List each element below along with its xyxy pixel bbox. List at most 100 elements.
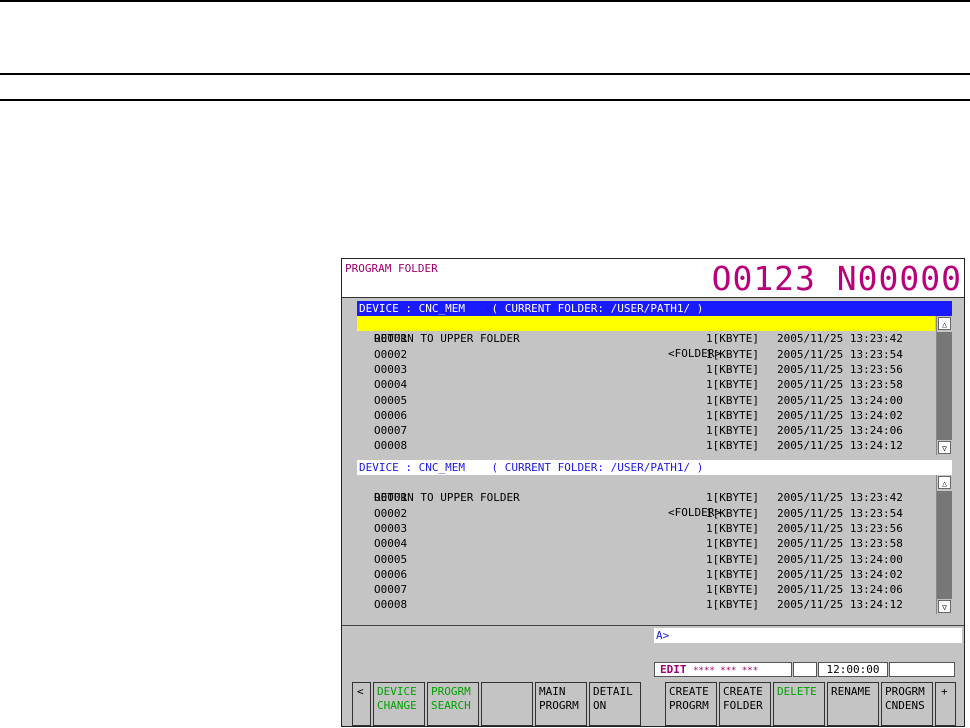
- file-date: 2005/11/25 13:24:02: [777, 567, 903, 581]
- file-date: 2005/11/25 13:24:02: [777, 408, 903, 422]
- file-name: O0001: [374, 332, 408, 346]
- file-row[interactable]: O0004 1[KBYTE] 2005/11/25 13:23:58: [357, 377, 935, 392]
- file-row[interactable]: O0005 1[KBYTE] 2005/11/25 13:24:00: [357, 393, 935, 408]
- upper-device-line: DEVICE : CNC_MEM ( CURRENT FOLDER: /USER…: [357, 301, 952, 316]
- file-name: O0007: [374, 583, 408, 597]
- file-row[interactable]: O0001 1[KBYTE] 2005/11/25 13:23:42: [357, 331, 935, 346]
- file-name: O0005: [374, 393, 408, 407]
- scroll-thumb[interactable]: [937, 332, 952, 440]
- scroll-down-icon[interactable]: ▽: [938, 600, 951, 613]
- create-progrm-button[interactable]: CREATE PROGRM: [665, 682, 717, 726]
- file-size: 1[KBYTE]: [706, 537, 759, 551]
- file-size: 1[KBYTE]: [706, 552, 759, 566]
- file-name: O0006: [374, 408, 408, 422]
- upper-scrollbar[interactable]: △ ▽: [936, 316, 952, 455]
- file-size: 1[KBYTE]: [706, 332, 759, 346]
- file-size: 1[KBYTE]: [706, 408, 759, 422]
- file-name: O0007: [374, 424, 408, 438]
- file-size: 1[KBYTE]: [706, 362, 759, 376]
- middle-rule: [0, 73, 970, 75]
- file-name: O0008: [374, 439, 408, 453]
- rename-button[interactable]: RENAME: [827, 682, 879, 726]
- file-row[interactable]: O0004 1[KBYTE] 2005/11/25 13:23:58: [357, 536, 935, 551]
- softkey-left-arrow[interactable]: <: [352, 682, 371, 726]
- program-number: O0123 N00000: [711, 259, 962, 298]
- file-date: 2005/11/25 13:23:58: [777, 378, 903, 392]
- file-date: 2005/11/25 13:24:06: [777, 583, 903, 597]
- create-folder-button[interactable]: CREATE FOLDER: [719, 682, 771, 726]
- detail-on-button[interactable]: DETAIL ON: [589, 682, 641, 726]
- status-blank-right: [889, 662, 955, 677]
- file-date: 2005/11/25 13:23:56: [777, 362, 903, 376]
- file-size: 1[KBYTE]: [706, 567, 759, 581]
- file-date: 2005/11/25 13:23:42: [777, 332, 903, 346]
- file-name: O0008: [374, 598, 408, 612]
- file-row[interactable]: O0001 1[KBYTE] 2005/11/25 13:23:42: [357, 490, 935, 505]
- progrm-cndens-button[interactable]: PROGRM CNDENS: [881, 682, 933, 726]
- file-row[interactable]: O0006 1[KBYTE] 2005/11/25 13:24:02: [357, 567, 935, 582]
- file-size: 1[KBYTE]: [706, 506, 759, 520]
- return-upper-folder-row[interactable]: RETURN TO UPPER FOLDER <FOLDER>: [357, 316, 935, 360]
- status-stars: **** *** ***: [693, 666, 759, 676]
- file-row[interactable]: O0003 1[KBYTE] 2005/11/25 13:23:56: [357, 521, 935, 536]
- file-size: 1[KBYTE]: [706, 521, 759, 535]
- scroll-up-icon[interactable]: △: [938, 317, 951, 330]
- main-progrm-button[interactable]: MAIN PROGRM: [535, 682, 587, 726]
- key-input-field[interactable]: A>: [654, 628, 962, 643]
- scroll-down-icon[interactable]: ▽: [938, 441, 951, 454]
- file-row[interactable]: O0008 1[KBYTE] 2005/11/25 13:24:12: [357, 597, 935, 612]
- file-row[interactable]: O0006 1[KBYTE] 2005/11/25 13:24:02: [357, 408, 935, 423]
- mode-status: EDIT **** *** ***: [654, 662, 792, 677]
- file-date: 2005/11/25 13:24:06: [777, 424, 903, 438]
- file-row[interactable]: O0008 1[KBYTE] 2005/11/25 13:24:12: [357, 438, 935, 453]
- soft-key-bar: < DEVICE CHANGE PROGRM SEARCH MAIN PROGRM D…: [342, 682, 964, 728]
- lower-device-line: DEVICE : CNC_MEM ( CURRENT FOLDER: /USER…: [357, 460, 952, 475]
- file-name: O0003: [374, 521, 408, 535]
- scroll-thumb[interactable]: [937, 491, 952, 599]
- file-date: 2005/11/25 13:23:54: [777, 506, 903, 520]
- scroll-up-icon[interactable]: △: [938, 476, 951, 489]
- softkey-plus[interactable]: +: [935, 682, 956, 726]
- file-name: O0002: [374, 506, 408, 520]
- file-date: 2005/11/25 13:23:42: [777, 491, 903, 505]
- cnc-screen: PROGRAM FOLDER O0123 N00000 DEVICE : CNC…: [341, 258, 965, 727]
- return-upper-folder-row[interactable]: RETURN TO UPPER FOLDER <FOLDER>: [357, 475, 935, 519]
- file-date: 2005/11/25 13:24:00: [777, 552, 903, 566]
- file-size: 1[KBYTE]: [706, 347, 759, 361]
- file-date: 2005/11/25 13:24:12: [777, 598, 903, 612]
- file-row[interactable]: O0007 1[KBYTE] 2005/11/25 13:24:06: [357, 423, 935, 438]
- file-size: 1[KBYTE]: [706, 491, 759, 505]
- file-size: 1[KBYTE]: [706, 393, 759, 407]
- file-size: 1[KBYTE]: [706, 583, 759, 597]
- file-date: 2005/11/25 13:23:54: [777, 347, 903, 361]
- lower-scrollbar[interactable]: △ ▽: [936, 475, 952, 614]
- file-name: O0001: [374, 491, 408, 505]
- delete-button[interactable]: DELETE: [773, 682, 825, 726]
- status-blank: [793, 662, 817, 677]
- file-size: 1[KBYTE]: [706, 378, 759, 392]
- file-row[interactable]: O0002 1[KBYTE] 2005/11/25 13:23:54: [357, 506, 935, 521]
- file-date: 2005/11/25 13:23:58: [777, 537, 903, 551]
- empty-softkey[interactable]: [481, 682, 533, 726]
- file-date: 2005/11/25 13:24:00: [777, 393, 903, 407]
- screen-header: PROGRAM FOLDER O0123 N00000: [342, 259, 964, 298]
- input-bar: A>: [342, 625, 964, 646]
- file-row[interactable]: O0002 1[KBYTE] 2005/11/25 13:23:54: [357, 347, 935, 362]
- screen-title: PROGRAM FOLDER: [345, 262, 438, 275]
- file-size: 1[KBYTE]: [706, 424, 759, 438]
- file-date: 2005/11/25 13:23:56: [777, 521, 903, 535]
- clock-display: 12:00:00: [818, 662, 888, 677]
- file-row[interactable]: O0003 1[KBYTE] 2005/11/25 13:23:56: [357, 362, 935, 377]
- file-name: O0004: [374, 378, 408, 392]
- file-name: O0006: [374, 567, 408, 581]
- file-size: 1[KBYTE]: [706, 598, 759, 612]
- file-name: O0004: [374, 537, 408, 551]
- file-name: O0002: [374, 347, 408, 361]
- file-row[interactable]: O0005 1[KBYTE] 2005/11/25 13:24:00: [357, 552, 935, 567]
- file-date: 2005/11/25 13:24:12: [777, 439, 903, 453]
- file-row[interactable]: O0007 1[KBYTE] 2005/11/25 13:24:06: [357, 582, 935, 597]
- file-size: 1[KBYTE]: [706, 439, 759, 453]
- mode-label: EDIT: [660, 663, 687, 676]
- device-change-button[interactable]: DEVICE CHANGE: [373, 682, 425, 726]
- progrm-search-button[interactable]: PROGRM SEARCH: [427, 682, 479, 726]
